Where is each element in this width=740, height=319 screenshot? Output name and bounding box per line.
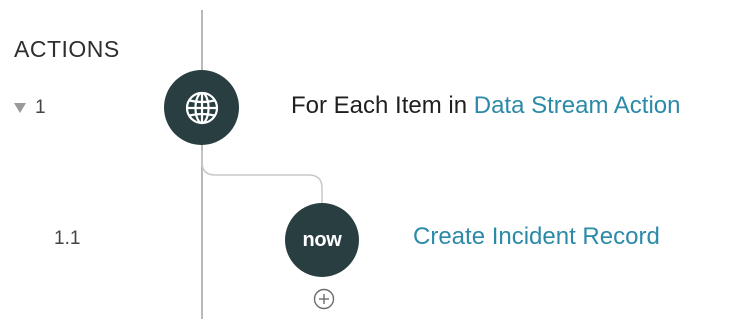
action-label-for-each: For Each Item in Data Stream Action [291, 92, 681, 120]
plus-circle-icon[interactable] [313, 288, 335, 310]
data-stream-action-link[interactable]: Data Stream Action [474, 92, 681, 119]
row-number: 1 [35, 97, 46, 118]
action-label-prefix: For Each Item in [291, 92, 474, 119]
row-number: 1.1 [54, 228, 81, 249]
create-incident-record-link[interactable]: Create Incident Record [413, 223, 660, 250]
connector-line [201, 150, 323, 203]
action-node-create-incident[interactable]: now [285, 203, 359, 277]
action-node-for-each[interactable] [164, 70, 239, 145]
collapse-caret-icon[interactable] [14, 103, 26, 113]
globe-icon [185, 91, 218, 124]
row-index-1: 1 [14, 97, 46, 119]
now-logo-icon: now [302, 228, 342, 251]
row-index-1-1: 1.1 [54, 228, 80, 250]
action-label-create-incident: Create Incident Record [413, 223, 660, 251]
